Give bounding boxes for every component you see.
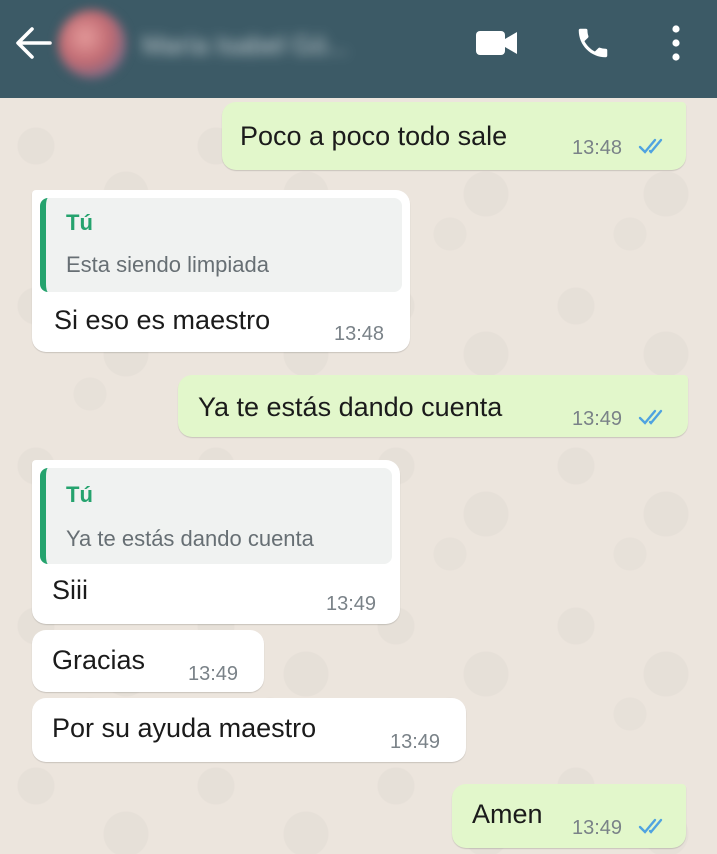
quote-text: Esta siendo limpiada [66, 252, 270, 277]
back-arrow-icon[interactable] [14, 26, 52, 60]
quote-author: Tú [66, 210, 93, 235]
message-text: Siii [52, 575, 89, 605]
message-time: 13:49 [326, 593, 377, 615]
message-time: 13:49 [188, 663, 239, 685]
message-text: Ya te estás dando cuenta [198, 392, 503, 422]
double-check-read-icon [638, 818, 663, 834]
double-check-read-icon [638, 138, 663, 154]
quoted-message[interactable]: Tú Esta siendo limpiada [40, 198, 402, 292]
message-text: Por su ayuda maestro [52, 713, 317, 743]
quote-author: Tú [66, 482, 93, 507]
message-outgoing[interactable]: Amen 13:49 [452, 784, 686, 848]
quoted-message[interactable]: Tú Ya te estás dando cuenta [40, 468, 392, 564]
message-time: 13:49 [572, 408, 623, 430]
chat-header: María Isabel Gó... [0, 0, 717, 98]
message-time: 13:48 [334, 323, 385, 345]
message-text: Amen [472, 799, 543, 829]
message-incoming[interactable]: Por su ayuda maestro 13:49 [32, 698, 466, 762]
double-check-read-icon [638, 409, 663, 425]
voice-call-icon[interactable] [574, 24, 612, 62]
message-incoming[interactable]: Tú Esta siendo limpiada Si eso es maestr… [32, 190, 410, 352]
avatar[interactable] [58, 10, 126, 78]
quote-text: Ya te estás dando cuenta [66, 526, 314, 551]
message-time: 13:48 [572, 137, 623, 159]
message-outgoing[interactable]: Poco a poco todo sale 13:48 [222, 102, 686, 170]
message-time: 13:49 [572, 817, 623, 839]
video-call-icon[interactable] [474, 28, 520, 58]
message-incoming[interactable]: Gracias 13:49 [32, 630, 264, 692]
message-outgoing[interactable]: Ya te estás dando cuenta 13:49 [178, 375, 688, 437]
contact-name[interactable]: María Isabel Gó... [142, 30, 442, 60]
message-text: Poco a poco todo sale [240, 121, 508, 151]
message-text: Si eso es maestro [54, 305, 271, 335]
message-time: 13:49 [390, 731, 441, 753]
message-text: Gracias [52, 645, 146, 675]
more-options-icon[interactable] [668, 24, 684, 62]
message-incoming[interactable]: Tú Ya te estás dando cuenta Siii 13:49 [32, 460, 400, 624]
